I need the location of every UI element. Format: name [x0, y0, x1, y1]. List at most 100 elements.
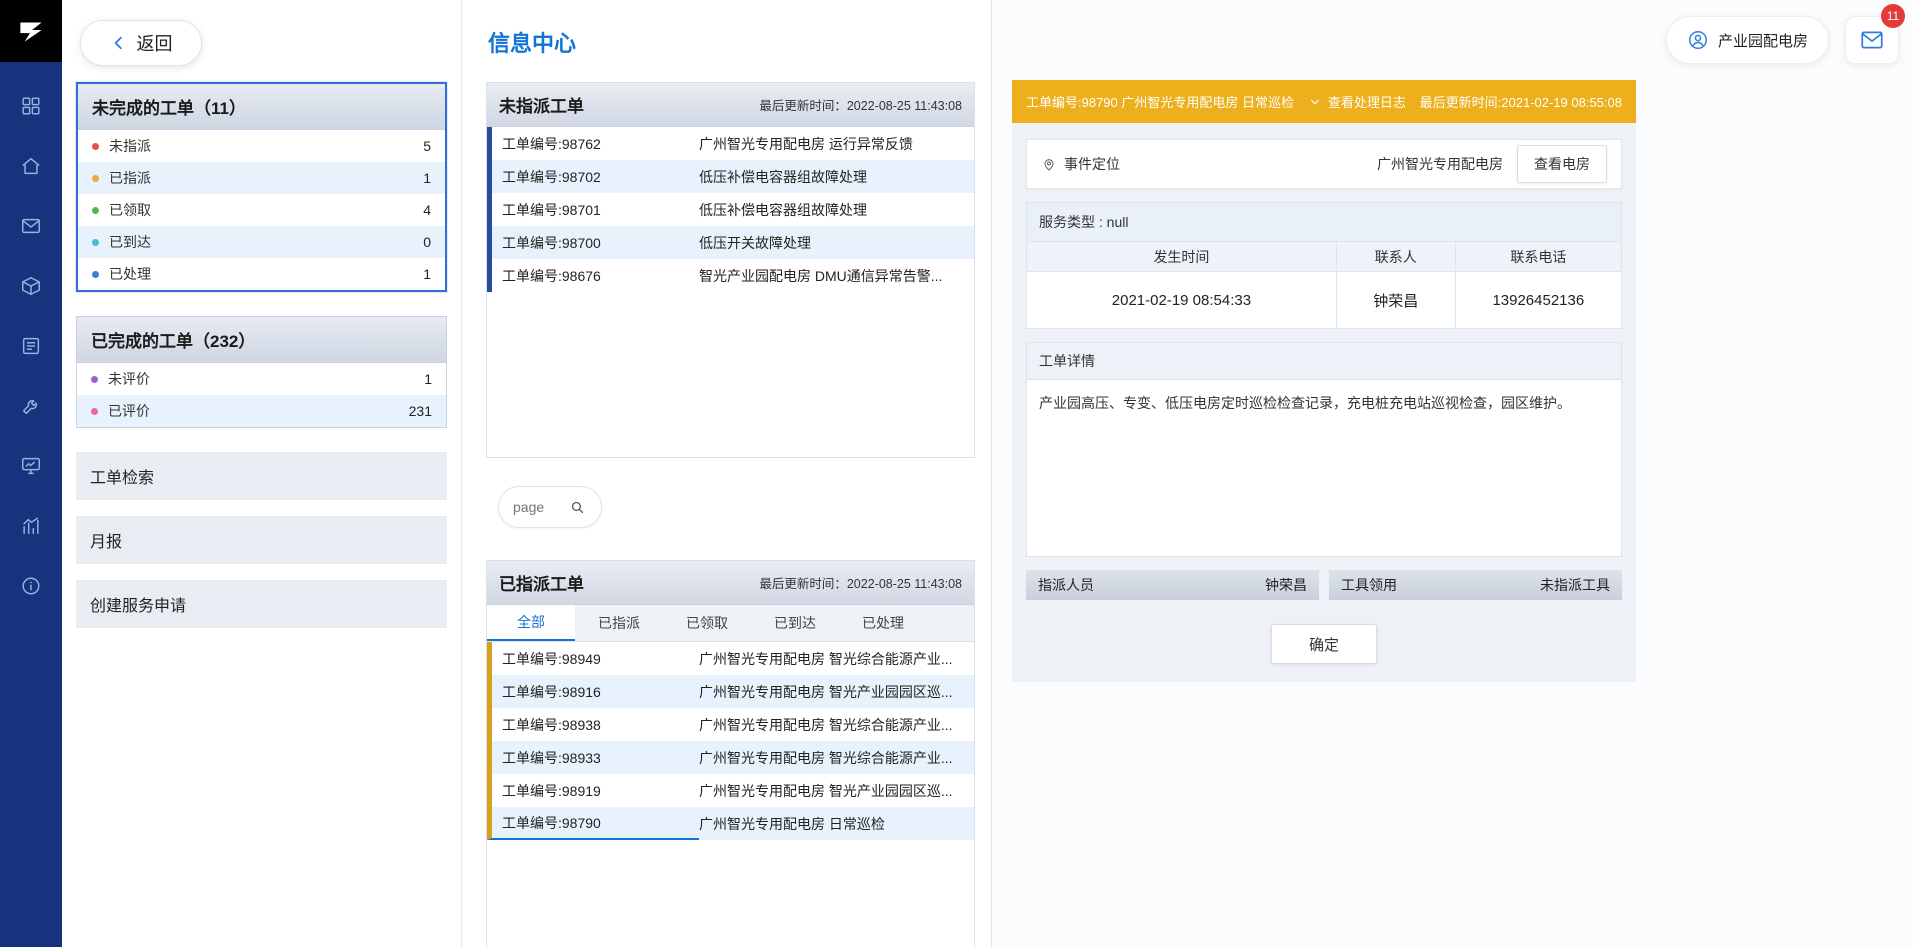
order-number: 工单编号:98701 [487, 193, 699, 226]
tab-handled[interactable]: 已处理 [839, 605, 927, 641]
order-description: 广州智光专用配电房 日常巡检 [699, 814, 974, 834]
order-row[interactable]: 工单编号:98916 广州智光专用配电房 智光产业园园区巡... [487, 675, 974, 708]
confirm-button[interactable]: 确定 [1271, 624, 1377, 664]
message-count-badge: 11 [1881, 4, 1905, 28]
stat-label: 已评价 [108, 401, 150, 421]
order-details-content: 产业园高压、专变、低压电房定时巡检检查记录，充电桩充电站巡视检查，园区维护。 [1027, 380, 1621, 556]
order-description: 低压开关故障处理 [699, 233, 974, 253]
order-row[interactable]: 工单编号:98762 广州智光专用配电房 运行异常反馈 [487, 127, 974, 160]
wrench-icon[interactable] [0, 376, 62, 436]
status-dot [92, 175, 99, 182]
detail-updated-time: 最后更新时间:2021-02-19 08:55:08 [1420, 92, 1622, 111]
tab-claimed[interactable]: 已领取 [663, 605, 751, 641]
view-process-log-link[interactable]: 查看处理日志 [1308, 92, 1406, 111]
stat-row-rated[interactable]: 已评价 231 [77, 395, 446, 427]
order-description: 广州智光专用配电房 运行异常反馈 [699, 134, 974, 154]
back-button[interactable]: 返回 [80, 20, 202, 66]
tab-arrived[interactable]: 已到达 [751, 605, 839, 641]
order-number: 工单编号:98949 [487, 642, 699, 675]
stat-count: 5 [423, 138, 431, 154]
order-detail-header: 工单编号:98790 广州智光专用配电房 日常巡检 查看处理日志 最后更新时间:… [1012, 80, 1636, 123]
detail-order-title: 工单编号:98790 广州智光专用配电房 日常巡检 [1026, 92, 1294, 111]
order-description: 广州智光专用配电房 智光产业园园区巡... [699, 781, 974, 801]
event-location-card: 事件定位 广州智光专用配电房 查看电房 [1026, 139, 1622, 189]
monthly-report-link[interactable]: 月报 [76, 516, 447, 564]
create-service-request-link[interactable]: 创建服务申请 [76, 580, 447, 628]
stat-label: 已到达 [109, 232, 151, 252]
log-link-label: 查看处理日志 [1328, 92, 1406, 111]
stat-label: 未指派 [109, 136, 151, 156]
bar-chart-icon[interactable] [0, 496, 62, 556]
assigned-panel-header: 已指派工单 最后更新时间：2022-08-25 11:43:08 [487, 561, 974, 605]
tools-bar: 工具领用 未指派工具 [1329, 570, 1622, 600]
order-row[interactable]: 工单编号:98676 智光产业园配电房 DMU通信异常告警... [487, 259, 974, 292]
order-row[interactable]: 工单编号:98700 低压开关故障处理 [487, 226, 974, 259]
stat-label: 已处理 [109, 264, 151, 284]
tab-assigned[interactable]: 已指派 [575, 605, 663, 641]
order-number: 工单编号:98676 [487, 259, 699, 292]
page-search[interactable] [498, 486, 602, 528]
order-row[interactable]: 工单编号:98949 广州智光专用配电房 智光综合能源产业... [487, 642, 974, 675]
search-icon[interactable] [569, 499, 586, 516]
page-search-input[interactable] [513, 499, 565, 515]
order-search-link[interactable]: 工单检索 [76, 452, 447, 500]
tab-all[interactable]: 全部 [487, 605, 575, 641]
finished-orders-list: 未评价 1 已评价 231 [77, 363, 446, 427]
view-room-button[interactable]: 查看电房 [1517, 145, 1607, 183]
assigned-orders-list: 工单编号:98949 广州智光专用配电房 智光综合能源产业... 工单编号:98… [487, 642, 974, 947]
package-icon[interactable] [0, 256, 62, 316]
status-dot [92, 143, 99, 150]
news-icon[interactable] [0, 316, 62, 376]
col-header-time: 发生时间 [1027, 242, 1336, 271]
service-type-bar: 服务类型 : null [1026, 202, 1622, 241]
app-logo[interactable] [0, 0, 62, 62]
monitor-icon[interactable] [0, 436, 62, 496]
unfinished-orders-list: 未指派 5 已指派 1 已领取 4 已到达 0 [78, 130, 445, 290]
assignee-value: 钟荣昌 [1265, 575, 1307, 595]
stat-row-unassigned[interactable]: 未指派 5 [78, 130, 445, 162]
mail-icon[interactable] [0, 196, 62, 256]
order-row[interactable]: 工单编号:98702 低压补偿电容器组故障处理 [487, 160, 974, 193]
messages-button[interactable]: 11 [1845, 16, 1899, 64]
top-right-controls: 产业园配电房 11 [1666, 16, 1899, 64]
stat-count: 1 [423, 170, 431, 186]
location-pin-icon [1041, 156, 1057, 172]
stat-row-unrated[interactable]: 未评价 1 [77, 363, 446, 395]
order-description: 智光产业园配电房 DMU通信异常告警... [699, 266, 974, 286]
status-dot [91, 376, 98, 383]
order-description: 低压补偿电容器组故障处理 [699, 200, 974, 220]
col-header-contact: 联系人 [1336, 242, 1455, 271]
detail-area: 产业园配电房 11 工单编号:98790 广州智光专用配电房 日常巡检 查看处理… [992, 0, 1913, 947]
order-row[interactable]: 工单编号:98919 广州智光专用配电房 智光产业园园区巡... [487, 774, 974, 807]
order-row[interactable]: 工单编号:98701 低压补偿电容器组故障处理 [487, 193, 974, 226]
contact-table-header: 发生时间 联系人 联系电话 [1027, 242, 1621, 272]
assignment-meta-bars: 指派人员 钟荣昌 工具领用 未指派工具 [1026, 570, 1622, 600]
order-number: 工单编号:98938 [487, 708, 699, 741]
home-icon[interactable] [0, 136, 62, 196]
stat-row-arrived[interactable]: 已到达 0 [78, 226, 445, 258]
stat-label: 已领取 [109, 200, 151, 220]
assigned-orders-panel: 已指派工单 最后更新时间：2022-08-25 11:43:08 全部 已指派 … [486, 560, 975, 947]
order-number: 工单编号:98700 [487, 226, 699, 259]
stat-row-claimed[interactable]: 已领取 4 [78, 194, 445, 226]
order-description: 广州智光专用配电房 智光综合能源产业... [699, 649, 974, 669]
status-dot [92, 271, 99, 278]
info-icon[interactable] [0, 556, 62, 616]
account-label: 产业园配电房 [1718, 30, 1808, 51]
unfinished-orders-title: 未完成的工单（11） [78, 84, 445, 130]
order-row-selected[interactable]: 工单编号:98790 广州智光专用配电房 日常巡检 [487, 807, 974, 840]
back-label: 返回 [137, 30, 173, 56]
stat-row-assigned[interactable]: 已指派 1 [78, 162, 445, 194]
stat-row-handled[interactable]: 已处理 1 [78, 258, 445, 290]
contact-phone: 13926452136 [1455, 272, 1621, 328]
order-number: 工单编号:98933 [487, 741, 699, 774]
account-button[interactable]: 产业园配电房 [1666, 16, 1829, 64]
assigned-status-tabs: 全部 已指派 已领取 已到达 已处理 [487, 605, 974, 642]
order-row[interactable]: 工单编号:98938 广州智光专用配电房 智光综合能源产业... [487, 708, 974, 741]
order-row[interactable]: 工单编号:98933 广州智光专用配电房 智光综合能源产业... [487, 741, 974, 774]
order-number: 工单编号:98919 [487, 774, 699, 807]
unassigned-orders-panel: 未指派工单 最后更新时间：2022-08-25 11:43:08 工单编号:98… [486, 82, 975, 458]
apps-icon[interactable] [0, 76, 62, 136]
assignee-bar: 指派人员 钟荣昌 [1026, 570, 1319, 600]
order-detail-body: 事件定位 广州智光专用配电房 查看电房 服务类型 : null 发生时间 联系人… [1012, 123, 1636, 682]
